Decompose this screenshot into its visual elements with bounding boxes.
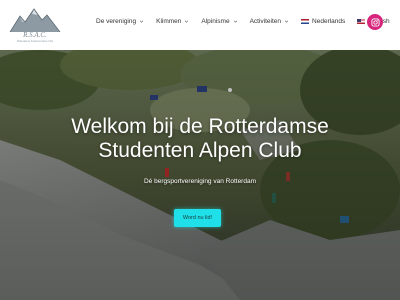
nav-item-de-vereniging[interactable]: De vereniging: [96, 18, 144, 25]
site-logo[interactable]: R.S.A.C. Rotterdamse Studenten Alpen Clu…: [8, 6, 62, 44]
nav-item-klimmen[interactable]: Klimmen: [156, 18, 189, 25]
nav-item-activiteiten[interactable]: Activiteiten: [250, 18, 289, 25]
instagram-link[interactable]: [367, 14, 383, 30]
hero-section: Welkom bij de Rotterdamse Studenten Alpe…: [0, 50, 400, 300]
language-label: Nederlands: [312, 18, 346, 25]
logo-text: R.S.A.C.: [22, 31, 47, 39]
mountain-logo-icon: R.S.A.C. Rotterdamse Studenten Alpen Clu…: [9, 8, 61, 43]
flag-us-icon: [357, 19, 366, 24]
site-header: R.S.A.C. Rotterdamse Studenten Alpen Clu…: [0, 0, 400, 50]
hero-title-line2: Studenten Alpen Club: [98, 139, 302, 162]
hero-subtitle: Dé bergsportvereniging van Rotterdam: [143, 178, 256, 185]
nav-item-label: Klimmen: [156, 18, 182, 25]
main-nav: De vereniging Klimmen Alpinisme Activite…: [96, 18, 400, 25]
chevron-down-icon: [184, 19, 189, 24]
hero-title-line1: Welkom bij de Rotterdamse: [71, 115, 329, 138]
hero-title: Welkom bij de Rotterdamse Studenten Alpe…: [0, 115, 400, 163]
logo-tagline: Rotterdamse Studenten Alpen Club: [17, 40, 54, 43]
climbing-background-image: [0, 50, 400, 300]
join-button[interactable]: Word nu lid!: [174, 209, 221, 227]
chevron-down-icon: [284, 19, 289, 24]
nav-item-label: De vereniging: [96, 18, 137, 25]
nav-item-label: Alpinisme: [201, 18, 230, 25]
flag-nl-icon: [301, 19, 310, 24]
nav-item-label: Activiteiten: [249, 18, 282, 25]
language-nederlands[interactable]: Nederlands: [301, 18, 345, 25]
nav-item-alpinisme[interactable]: Alpinisme: [201, 18, 237, 25]
chevron-down-icon: [139, 19, 144, 24]
chevron-down-icon: [233, 19, 238, 24]
instagram-icon: [370, 17, 380, 27]
